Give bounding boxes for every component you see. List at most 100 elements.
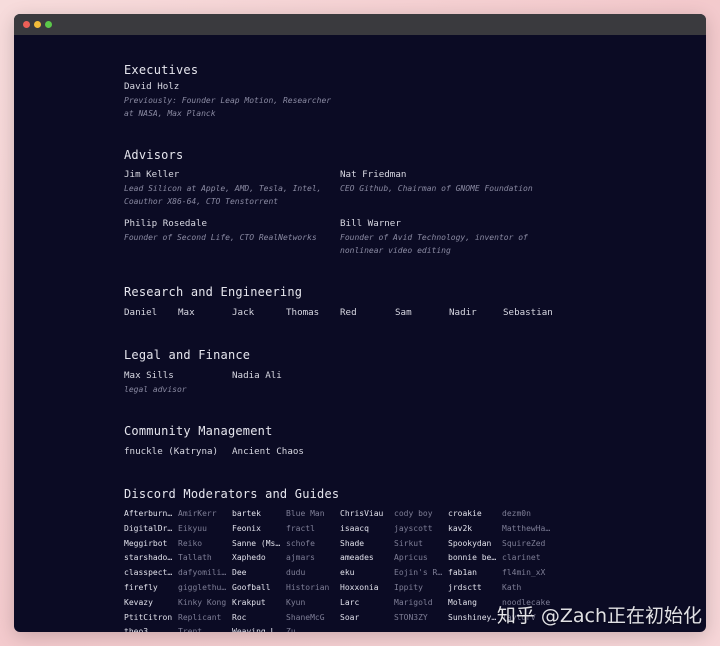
discord-moderator: ShaneMcG — [286, 612, 325, 622]
discord-moderator: Meggirbot — [124, 538, 168, 548]
person-name: David Holz — [124, 81, 180, 92]
team-page-content: Executives David Holz Previously: Founde… — [124, 35, 706, 632]
discord-moderator: clarinet — [502, 553, 541, 563]
discord-moderator: Dee — [232, 568, 247, 578]
discord-moderator: Eojin's R… — [394, 568, 443, 578]
person-philip-rosedale: Philip Rosedale Founder of Second Life, … — [124, 218, 334, 244]
discord-moderator: SquireZed — [502, 538, 546, 548]
discord-moderator: fractl — [286, 523, 315, 533]
person-name: Nadia Ali — [232, 370, 282, 381]
discord-moderator: Soar — [340, 612, 360, 622]
person-name: Bill Warner — [340, 218, 401, 229]
research-member: Max — [178, 307, 195, 318]
discord-moderator: Feonix — [232, 523, 261, 533]
person-name: Max Sills — [124, 370, 174, 381]
research-member: Daniel — [124, 307, 158, 318]
research-member: Sam — [395, 307, 412, 318]
discord-moderator: Sirkut — [394, 538, 423, 548]
discord-moderator: Blue Man — [286, 509, 325, 518]
discord-moderator: ChrisViau — [340, 509, 384, 518]
section-title-community: Community Management — [124, 424, 273, 438]
discord-moderator: Sanne (Ms… — [232, 538, 281, 548]
discord-moderator: eku — [340, 568, 355, 578]
person-name: Jim Keller — [124, 169, 180, 180]
person-jim-keller: Jim Keller Lead Silicon at Apple, AMD, T… — [124, 169, 334, 208]
discord-moderator: gigglethu… — [178, 583, 227, 592]
person-david-holz: David Holz Previously: Founder Leap Moti… — [124, 81, 334, 120]
discord-moderator: Zu — [286, 627, 296, 632]
discord-moderator: Weaving L… — [232, 627, 281, 632]
discord-moderator: Reiko — [178, 538, 203, 548]
minimize-window-button[interactable] — [34, 21, 41, 28]
discord-moderator: Krakput — [232, 597, 266, 607]
discord-moderator: Kevazy — [124, 597, 153, 607]
section-title-research: Research and Engineering — [124, 285, 303, 299]
community-member: fnuckle (Katryna) — [124, 446, 219, 457]
watermark: 知乎 @Zach正在初始化 — [496, 605, 702, 627]
discord-moderator: Hoxxonia — [340, 583, 379, 592]
person-desc: Founder of Second Life, CTO RealNetworks — [124, 233, 317, 242]
discord-moderator: Kath — [502, 583, 522, 592]
discord-moderator: fab1an — [448, 568, 477, 578]
discord-moderator: jayscott — [394, 523, 433, 533]
discord-moderator: Kyun — [286, 597, 306, 607]
discord-moderator: croakie — [448, 509, 482, 518]
person-desc: Lead Silicon at Apple, AMD, Tesla, Intel… — [124, 184, 322, 206]
section-title-legal: Legal and Finance — [124, 348, 251, 362]
discord-moderator: Shade — [340, 538, 365, 548]
discord-moderator: Apricus — [394, 553, 428, 563]
person-nadia-ali: Nadia Ali — [232, 370, 332, 381]
discord-moderator: jrdsctt — [448, 583, 482, 592]
discord-moderator: fl4min_xX — [502, 568, 546, 578]
discord-moderator: Sunshiney… — [448, 612, 497, 622]
discord-moderator: Roc — [232, 612, 247, 622]
discord-moderator: Eikyuu — [178, 523, 207, 533]
discord-moderator: isaacq — [340, 523, 369, 533]
discord-moderator: Ippity — [394, 583, 423, 592]
discord-moderator: Trent — [178, 627, 203, 632]
discord-moderator: DigitalDr… — [124, 523, 173, 533]
discord-moderator: kav2k — [448, 523, 473, 533]
person-name: Nat Friedman — [340, 169, 407, 180]
discord-moderator: dudu — [286, 568, 306, 578]
browser-window: Executives David Holz Previously: Founde… — [14, 14, 706, 632]
discord-moderator: Marigold — [394, 597, 433, 607]
discord-moderator: starshado… — [124, 553, 173, 563]
person-desc: Previously: Founder Leap Motion, Researc… — [124, 96, 332, 118]
person-desc: legal advisor — [124, 385, 187, 394]
research-member: Nadir — [449, 307, 477, 318]
discord-moderator: MatthewHa… — [502, 523, 551, 533]
discord-moderator: dezm0n — [502, 509, 531, 518]
discord-moderator: cody boy — [394, 509, 433, 518]
research-member: Thomas — [286, 307, 320, 318]
section-title-discord: Discord Moderators and Guides — [124, 487, 340, 501]
discord-moderator: ajmars — [286, 553, 315, 563]
discord-moderator: Afterburn… — [124, 509, 173, 518]
person-name: Philip Rosedale — [124, 218, 207, 229]
person-desc: Founder of Avid Technology, inventor of … — [340, 233, 528, 255]
section-title-advisors: Advisors — [124, 148, 184, 162]
discord-moderator: Xaphedo — [232, 553, 266, 563]
research-member: Sebastian — [503, 307, 553, 318]
discord-moderator: Tallath — [178, 553, 212, 563]
person-bill-warner: Bill Warner Founder of Avid Technology, … — [340, 218, 550, 257]
discord-moderator: STON3ZY — [394, 612, 428, 622]
discord-moderator: Historian — [286, 583, 330, 592]
research-member: Red — [340, 307, 357, 318]
discord-moderator: dafyomili… — [178, 568, 227, 578]
discord-moderator: ameades — [340, 553, 374, 563]
close-window-button[interactable] — [23, 21, 30, 28]
maximize-window-button[interactable] — [45, 21, 52, 28]
person-max-sills: Max Sills legal advisor — [124, 370, 224, 396]
discord-moderator: Goofball — [232, 583, 271, 592]
discord-moderator: theo3 — [124, 627, 149, 632]
discord-moderator: bartek — [232, 509, 261, 518]
discord-moderator: firefly — [124, 583, 158, 592]
person-desc: CEO Github, Chairman of GNOME Foundation — [340, 184, 533, 193]
discord-moderator: PtitCitron — [124, 612, 173, 622]
person-nat-friedman: Nat Friedman CEO Github, Chairman of GNO… — [340, 169, 600, 195]
discord-moderator: Molang — [448, 597, 477, 607]
section-title-executives: Executives — [124, 63, 199, 77]
discord-moderator: Larc — [340, 597, 360, 607]
window-titlebar — [14, 14, 706, 35]
